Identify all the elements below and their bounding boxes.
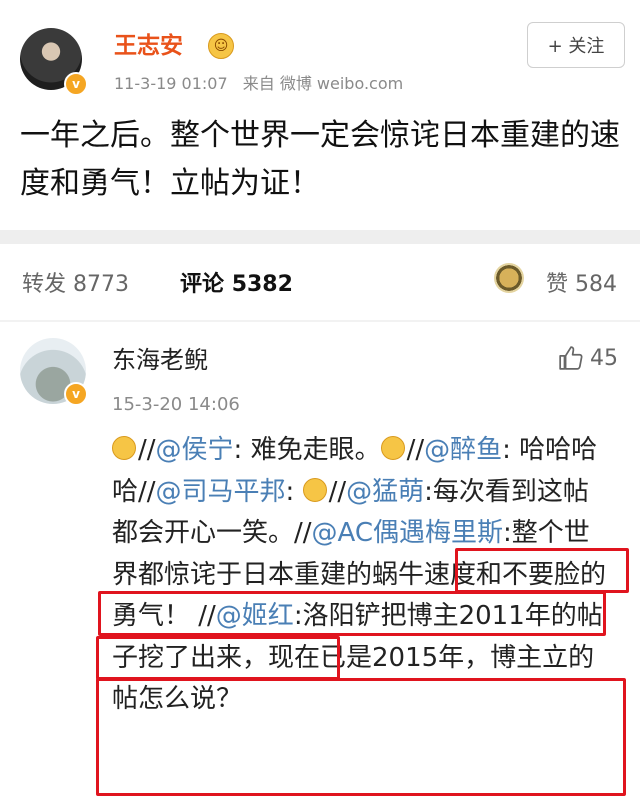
post-timestamp: 11-3-19 01:07 bbox=[114, 74, 228, 93]
mention-link[interactable]: @醉鱼 bbox=[424, 435, 502, 465]
repost-tab[interactable]: 转发 8773 bbox=[22, 266, 129, 298]
thumbs-up-icon bbox=[559, 346, 583, 370]
like-label: 赞 bbox=[546, 272, 569, 297]
comment-count: 5382 bbox=[231, 272, 293, 297]
inline-emoji-icon bbox=[380, 436, 405, 460]
author-avatar[interactable]: v bbox=[20, 28, 88, 96]
repost-count: 8773 bbox=[73, 272, 130, 297]
source-prefix: 来自 bbox=[242, 74, 275, 93]
inline-emoji-icon bbox=[302, 477, 327, 502]
post-source[interactable]: 微博 weibo.com bbox=[280, 74, 403, 93]
highlight-box bbox=[455, 548, 629, 593]
comment-label: 评论 bbox=[180, 272, 225, 297]
comment-like-button[interactable]: 45 bbox=[558, 345, 618, 371]
highlight-box bbox=[96, 678, 626, 796]
commenter-name[interactable]: 东海老鲵 bbox=[112, 340, 208, 375]
comment-tab[interactable]: 评论 5382 bbox=[180, 266, 293, 298]
follow-label: + 关注 bbox=[547, 36, 605, 57]
comment-text-segment: : bbox=[285, 476, 303, 507]
crown-emoji-icon: ☺ bbox=[208, 33, 234, 59]
mention-link[interactable]: @AC偶遇梅里斯 bbox=[312, 518, 503, 548]
comment-text-segment: // bbox=[406, 435, 425, 465]
inline-emoji-icon bbox=[112, 436, 136, 460]
like-avatar-icon bbox=[494, 263, 524, 293]
commenter-avatar[interactable]: v bbox=[20, 338, 88, 406]
comment-text-segment: // bbox=[138, 435, 156, 465]
comment-text-segment: : 难免走眼。 bbox=[233, 435, 381, 465]
repost-label: 转发 bbox=[22, 272, 67, 297]
post-body: 一年之后。整个世界一定会惊诧日本重建的速度和勇气！立帖为证！ bbox=[20, 118, 620, 201]
post-meta: 11-3-19 01:07 来自 微博 weibo.com bbox=[114, 70, 403, 94]
verified-badge-icon: v bbox=[64, 72, 88, 96]
comment-like-count: 45 bbox=[590, 345, 618, 371]
post-author-name[interactable]: 王志安 bbox=[114, 26, 183, 60]
mention-link[interactable]: @猛萌 bbox=[346, 477, 424, 507]
like-count: 584 bbox=[575, 272, 618, 297]
mention-link[interactable]: @侯宁 bbox=[156, 435, 234, 465]
highlight-box bbox=[98, 591, 606, 636]
like-tab[interactable]: 赞 584 bbox=[546, 266, 617, 298]
comment-timestamp: 15-3-20 14:06 bbox=[112, 394, 240, 415]
comment-text-segment: // bbox=[328, 476, 347, 507]
follow-button[interactable]: + 关注 bbox=[527, 22, 625, 68]
highlight-box bbox=[96, 636, 340, 680]
section-divider bbox=[0, 230, 640, 244]
mention-link[interactable]: @司马平邦 bbox=[156, 477, 286, 507]
verified-badge-icon: v bbox=[64, 382, 88, 406]
stats-divider bbox=[0, 320, 640, 322]
